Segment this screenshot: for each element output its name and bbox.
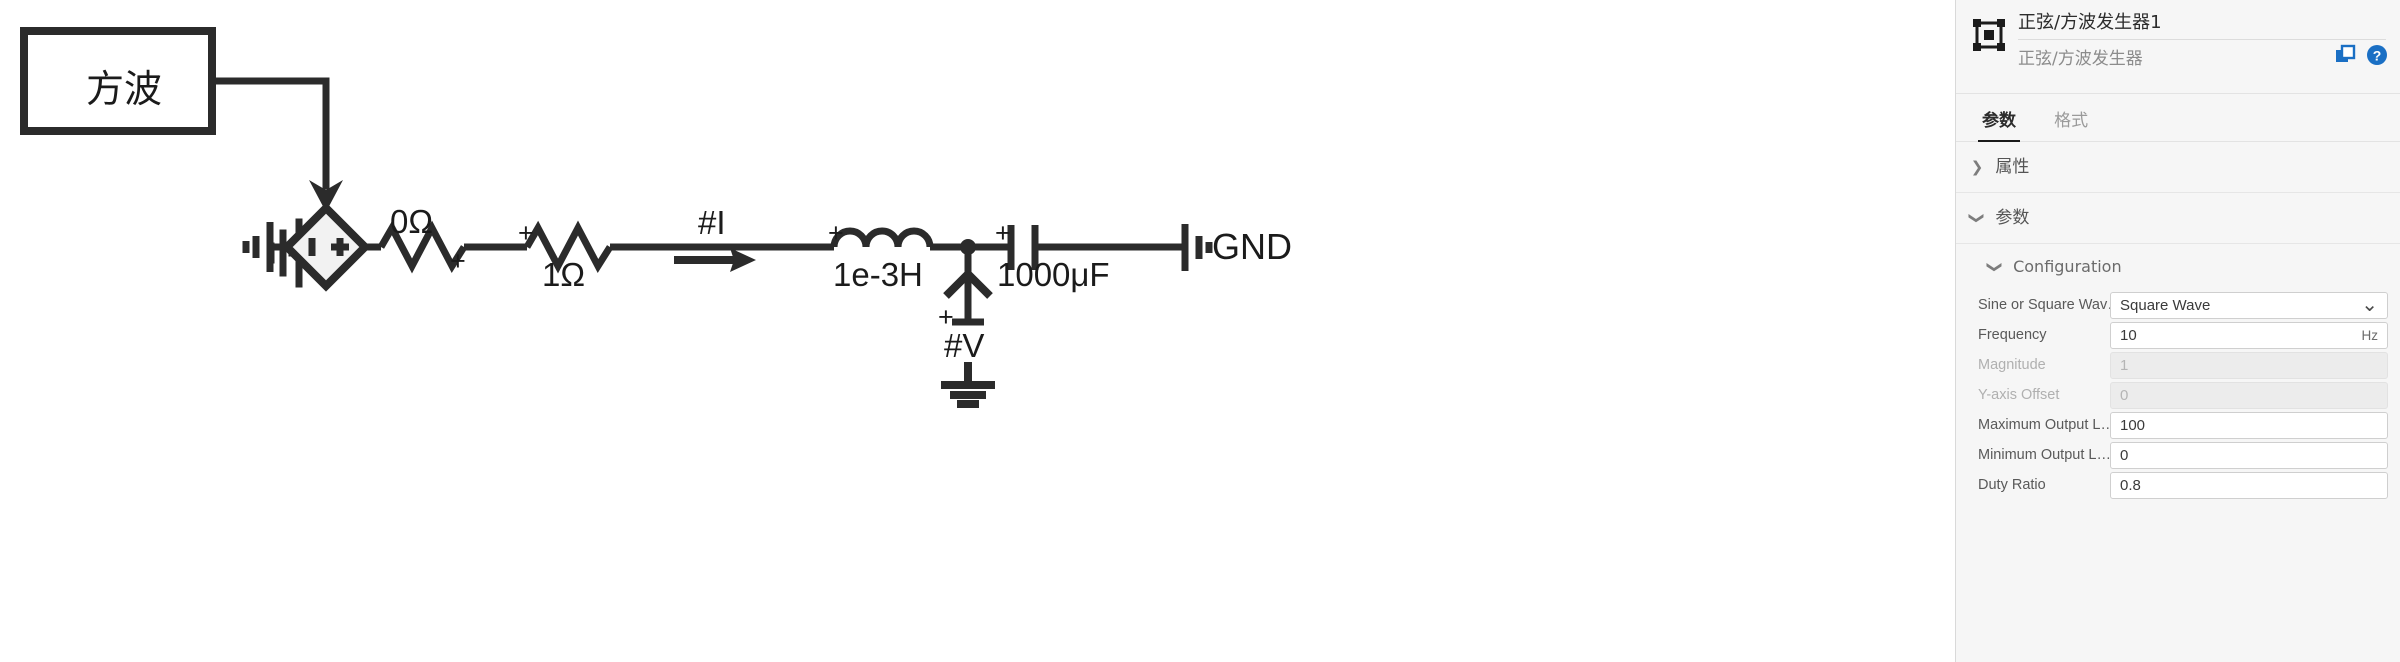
component-title[interactable]: 正弦/方波发生器1	[2018, 8, 2386, 40]
source-block-label: 方波	[86, 67, 163, 111]
param-input: 0	[2110, 381, 2388, 409]
param-row: Duty Ratio 0.8	[1956, 470, 2400, 500]
param-input: 1	[2110, 351, 2388, 379]
param-value: 10	[2120, 326, 2137, 344]
capacitor-polarity: +	[995, 218, 1011, 248]
component-subtitle: 正弦/方波发生器	[2018, 49, 2143, 69]
param-row: Sine or Square Wav… Square Wave ⌄	[1956, 290, 2400, 320]
resistor-0ohm-label: 0Ω	[390, 203, 434, 240]
param-select[interactable]: Square Wave ⌄	[2110, 291, 2388, 319]
current-probe-label: #I	[698, 204, 726, 241]
section-properties[interactable]: ❯ 属性	[1956, 142, 2400, 193]
junction-dot	[960, 239, 976, 255]
param-input[interactable]: 0	[2110, 441, 2388, 469]
header-actions: ?	[2335, 44, 2388, 66]
param-row: Y-axis Offset 0	[1956, 380, 2400, 410]
component-block-icon	[1973, 19, 2005, 51]
param-row: Frequency 10 Hz	[1956, 320, 2400, 350]
voltage-probe-polarity: +	[938, 302, 954, 332]
panel-tabs[interactable]: 参数 格式	[1956, 94, 2400, 144]
current-arrow	[674, 248, 756, 272]
param-value: 1	[2120, 356, 2129, 374]
section-configuration-label: Configuration	[2013, 257, 2122, 276]
duplicate-icon[interactable]	[2335, 44, 2357, 66]
tab-format[interactable]: 格式	[2044, 94, 2098, 144]
param-label: Duty Ratio	[1978, 477, 2046, 493]
inductor-polarity: +	[828, 218, 844, 248]
help-icon[interactable]: ?	[2366, 44, 2388, 66]
param-value: 0	[2120, 386, 2129, 404]
param-label: Maximum Output L…	[1978, 417, 2110, 433]
param-value: 0.8	[2120, 476, 2141, 494]
panel-header: 正弦/方波发生器1 正弦/方波发生器 ?	[1956, 0, 2400, 94]
properties-panel[interactable]: 正弦/方波发生器1 正弦/方波发生器 ? 参数 格式 ❯ 属性 ❯ 参数 ❯ C…	[1955, 0, 2400, 662]
param-label: Sine or Square Wav…	[1978, 297, 2110, 313]
param-value: Square Wave	[2120, 296, 2211, 314]
section-properties-label: 属性	[1995, 157, 2030, 177]
resistor-1ohm-polarity: +	[518, 218, 534, 248]
param-input[interactable]: 100	[2110, 411, 2388, 439]
param-row: Minimum Output L… 0	[1956, 440, 2400, 470]
resistor-0ohm-polarity: +	[450, 246, 466, 276]
param-input[interactable]: 0.8	[2110, 471, 2388, 499]
param-label: Magnitude	[1978, 357, 2046, 373]
tab-parameters[interactable]: 参数	[1972, 94, 2026, 144]
param-label: Minimum Output L…	[1978, 447, 2110, 463]
ground-symbol	[941, 362, 995, 408]
param-label: Frequency	[1978, 327, 2047, 343]
capacitor-label: 1000μF	[997, 256, 1110, 293]
param-row: Maximum Output L… 100	[1956, 410, 2400, 440]
chevron-down-icon: ❯	[1968, 211, 1986, 225]
chevron-right-icon: ❯	[1970, 158, 1984, 176]
param-input[interactable]: 10 Hz	[2110, 321, 2388, 349]
svg-text:?: ?	[2373, 47, 2382, 63]
param-value: 0	[2120, 446, 2129, 464]
param-unit: Hz	[2361, 327, 2379, 343]
parameter-rows: Sine or Square Wav… Square Wave ⌄ Frequency…	[1956, 290, 2400, 500]
ground-right-label: GND	[1212, 226, 1292, 267]
section-configuration[interactable]: ❯ Configuration	[1956, 244, 2400, 290]
chevron-down-icon: ❯	[1986, 260, 2004, 274]
section-parameters[interactable]: ❯ 参数	[1956, 193, 2400, 244]
param-row: Magnitude 1	[1956, 350, 2400, 380]
param-label: Y-axis Offset	[1978, 387, 2060, 403]
circuit-canvas[interactable]: 方波 0Ω + 1Ω + #I 1e-3H + 1000μF + #V + GN…	[0, 0, 1955, 662]
resistor-1ohm-label: 1Ω	[542, 256, 586, 293]
param-value: 100	[2120, 416, 2146, 434]
chevron-down-icon[interactable]: ⌄	[2361, 295, 2387, 315]
inductor-label: 1e-3H	[833, 256, 923, 293]
